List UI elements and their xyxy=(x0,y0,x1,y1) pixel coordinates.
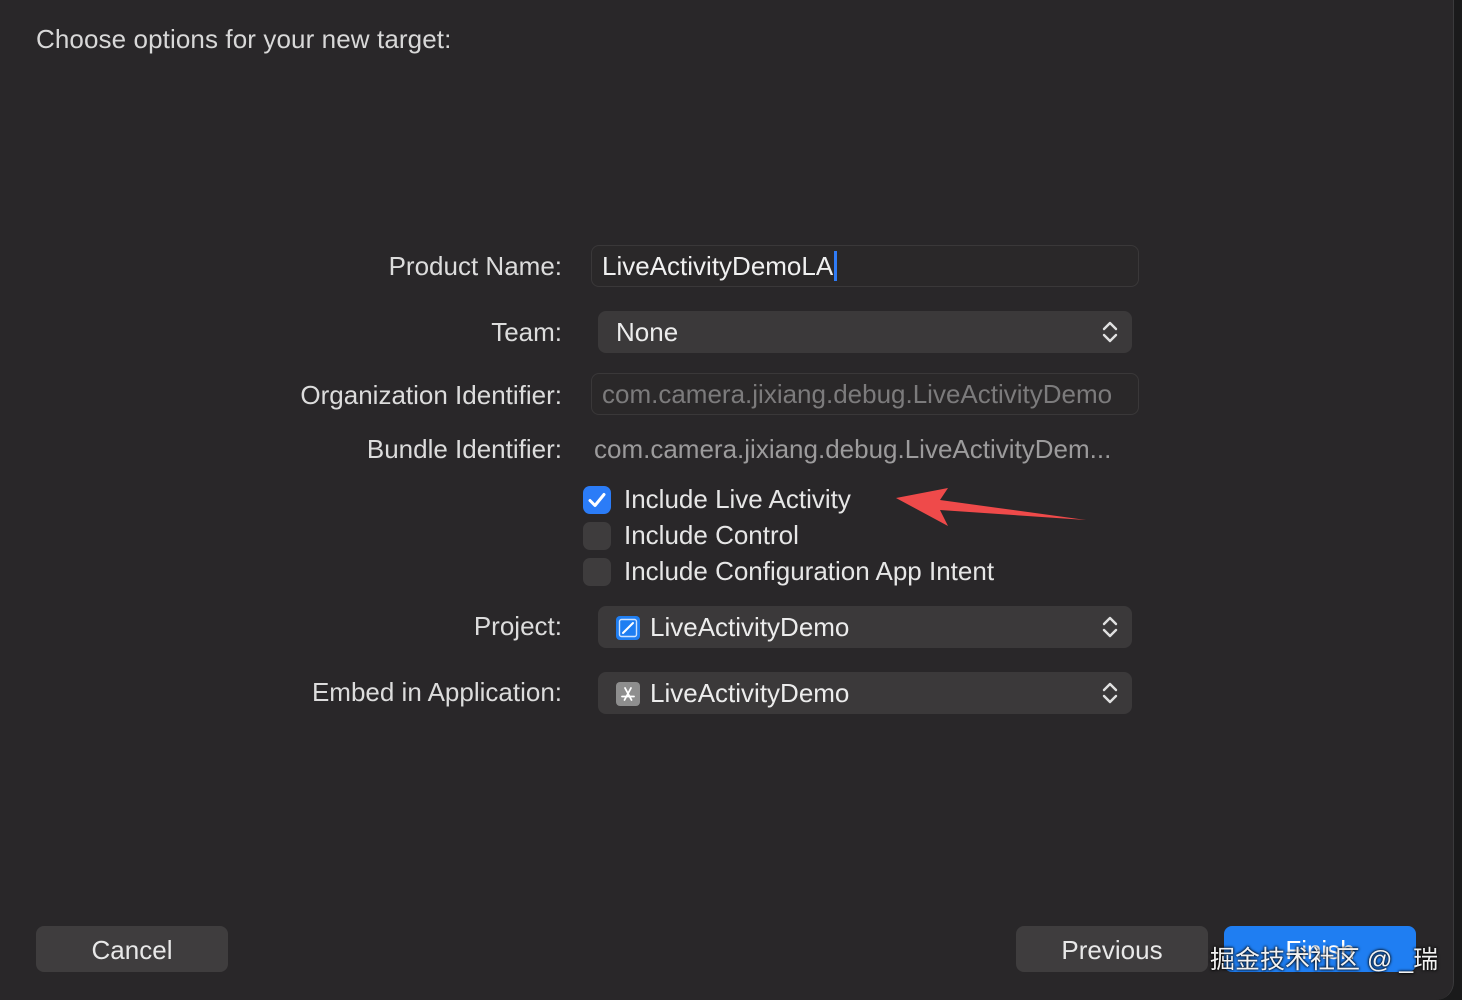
project-label: Project: xyxy=(473,611,562,641)
project-value: LiveActivityDemo xyxy=(650,612,850,642)
text-caret xyxy=(834,251,838,281)
xcode-project-icon xyxy=(616,616,640,640)
team-label: Team: xyxy=(491,317,562,347)
organization-identifier-label: Organization Identifier: xyxy=(300,380,562,410)
include-live-activity-label: Include Live Activity xyxy=(624,484,851,514)
project-popup[interactable]: LiveActivityDemo xyxy=(598,606,1132,648)
app-store-icon xyxy=(616,682,640,706)
bundle-identifier-value: com.camera.jixiang.debug.LiveActivityDem… xyxy=(594,434,1112,464)
product-name-value: LiveActivityDemoLA xyxy=(602,251,834,281)
annotation-arrow xyxy=(896,488,1086,526)
new-target-dialog: Choose options for your new target: Prod… xyxy=(0,0,1454,1000)
organization-identifier-placeholder: com.camera.jixiang.debug.LiveActivityDem… xyxy=(602,379,1113,409)
product-name-label: Product Name: xyxy=(388,251,562,281)
product-name-input[interactable]: LiveActivityDemoLA xyxy=(591,245,1139,287)
finish-button[interactable]: Finish xyxy=(1224,926,1416,972)
checkmark-icon xyxy=(588,493,606,507)
embed-in-application-label: Embed in Application: xyxy=(311,677,562,707)
bundle-identifier-label: Bundle Identifier: xyxy=(366,434,562,464)
include-configuration-app-intent-checkbox[interactable] xyxy=(583,558,611,586)
include-configuration-app-intent-label: Include Configuration App Intent xyxy=(624,556,995,586)
cancel-button[interactable]: Cancel xyxy=(36,926,228,972)
dialog-title: Choose options for your new target: xyxy=(36,24,452,54)
include-control-checkbox[interactable] xyxy=(583,522,611,550)
include-live-activity-checkbox[interactable] xyxy=(583,486,611,514)
team-popup[interactable]: None xyxy=(598,311,1132,353)
up-down-chevron-icon xyxy=(1102,616,1118,638)
embed-in-application-popup[interactable]: LiveActivityDemo xyxy=(598,672,1132,714)
up-down-chevron-icon xyxy=(1102,682,1118,704)
include-control-label: Include Control xyxy=(624,520,799,550)
previous-button[interactable]: Previous xyxy=(1016,926,1208,972)
team-value: None xyxy=(616,317,679,347)
embed-in-application-value: LiveActivityDemo xyxy=(650,678,850,708)
up-down-chevron-icon xyxy=(1102,321,1118,343)
organization-identifier-input[interactable]: com.camera.jixiang.debug.LiveActivityDem… xyxy=(591,373,1139,415)
